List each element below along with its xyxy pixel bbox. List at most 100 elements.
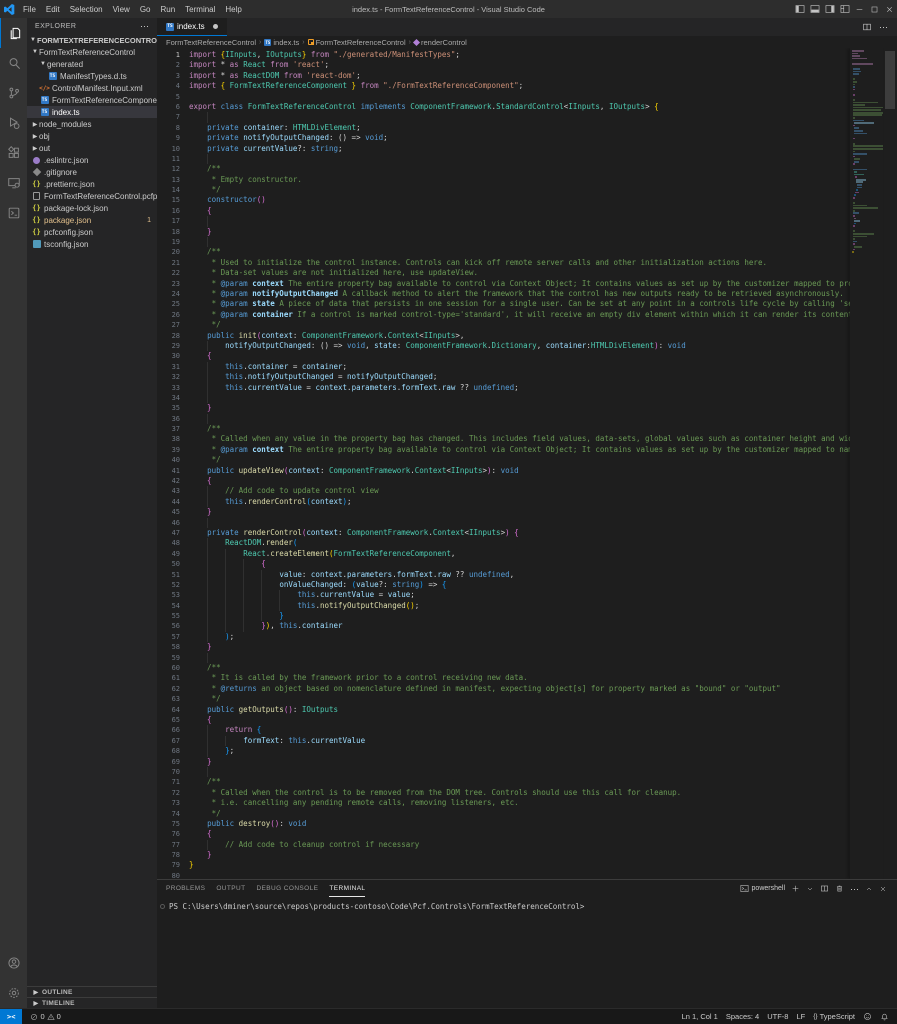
code-line[interactable]: 19 bbox=[157, 237, 850, 247]
menu-file[interactable]: File bbox=[18, 0, 41, 18]
code-line[interactable]: 13 * Empty constructor. bbox=[157, 175, 850, 185]
code-line[interactable]: 70 bbox=[157, 767, 850, 777]
editor-scrollbar[interactable] bbox=[883, 48, 897, 879]
code-line[interactable]: 67 formText: this.currentValue bbox=[157, 736, 850, 746]
code-line[interactable]: 12 /** bbox=[157, 164, 850, 174]
code-line[interactable]: 49 React.createElement(FormTextReference… bbox=[157, 549, 850, 559]
manage-gear-icon[interactable] bbox=[0, 978, 27, 1008]
code-line[interactable]: 6export class FormTextReferenceControl i… bbox=[157, 102, 850, 112]
code-line[interactable]: 69 } bbox=[157, 757, 850, 767]
code-line[interactable]: 73 * i.e. cancelling any pending remote … bbox=[157, 798, 850, 808]
code-line[interactable]: 76 { bbox=[157, 829, 850, 839]
code-line[interactable]: 47 private renderControl(context: Compon… bbox=[157, 528, 850, 538]
split-editor-icon[interactable] bbox=[862, 22, 872, 32]
search-icon[interactable] bbox=[0, 48, 27, 78]
code-editor[interactable]: 1import {IInputs, IOutputs} from "./gene… bbox=[157, 48, 897, 879]
toggle-panel-icon[interactable] bbox=[807, 0, 822, 18]
code-line[interactable]: 37 /** bbox=[157, 424, 850, 434]
file-.gitignore[interactable]: .gitignore bbox=[27, 166, 157, 178]
close-icon[interactable] bbox=[882, 0, 897, 18]
maximize-icon[interactable] bbox=[867, 0, 882, 18]
folder-obj[interactable]: ▶obj bbox=[27, 130, 157, 142]
code-line[interactable]: 22 * Data-set values are not initialized… bbox=[157, 268, 850, 278]
code-line[interactable]: 34 bbox=[157, 393, 850, 403]
code-line[interactable]: 78 } bbox=[157, 850, 850, 860]
power-platform-icon[interactable] bbox=[0, 198, 27, 228]
code-line[interactable]: 35 } bbox=[157, 403, 850, 413]
file-manifesttypes.d.ts[interactable]: TSManifestTypes.d.ts bbox=[27, 70, 157, 82]
menu-help[interactable]: Help bbox=[220, 0, 246, 18]
file-package.json[interactable]: {}package.json1 bbox=[27, 214, 157, 226]
code-line[interactable]: 8 private container: HTMLDivElement; bbox=[157, 123, 850, 133]
code-line[interactable]: 4import { FormTextReferenceComponent } f… bbox=[157, 81, 850, 91]
breadcrumb-item[interactable]: FormTextReferenceControl bbox=[166, 38, 256, 47]
terminal-shell-selector[interactable]: powershell bbox=[740, 884, 785, 893]
code-line[interactable]: 1import {IInputs, IOutputs} from "./gene… bbox=[157, 50, 850, 60]
code-line[interactable]: 29 notifyOutputChanged: () => void, stat… bbox=[157, 341, 850, 351]
code-line[interactable]: 59 bbox=[157, 653, 850, 663]
code-line[interactable]: 57 ); bbox=[157, 632, 850, 642]
code-line[interactable]: 24 * @param notifyOutputChanged A callba… bbox=[157, 289, 850, 299]
code-line[interactable]: 61 * It is called by the framework prior… bbox=[157, 673, 850, 683]
code-line[interactable]: 46 bbox=[157, 518, 850, 528]
code-line[interactable]: 43 // Add code to update control view bbox=[157, 486, 850, 496]
code-line[interactable]: 66 return { bbox=[157, 725, 850, 735]
code-line[interactable]: 28 public init(context: ComponentFramewo… bbox=[157, 331, 850, 341]
code-line[interactable]: 16 { bbox=[157, 206, 850, 216]
run-and-debug-icon[interactable] bbox=[0, 108, 27, 138]
toggle-primary-sidebar-icon[interactable] bbox=[792, 0, 807, 18]
code-line[interactable]: 10 private currentValue?: string; bbox=[157, 144, 850, 154]
file-.eslintrc.json[interactable]: .eslintrc.json bbox=[27, 154, 157, 166]
code-line[interactable]: 7 bbox=[157, 112, 850, 122]
minimap[interactable] bbox=[850, 48, 883, 879]
menu-selection[interactable]: Selection bbox=[65, 0, 108, 18]
minimize-icon[interactable] bbox=[852, 0, 867, 18]
code-line[interactable]: 42 { bbox=[157, 476, 850, 486]
code-line[interactable]: 79} bbox=[157, 860, 850, 870]
kill-terminal-icon[interactable] bbox=[835, 884, 844, 893]
explorer-icon[interactable] bbox=[0, 18, 27, 48]
panel-more-actions-icon[interactable]: ⋯ bbox=[850, 886, 859, 892]
file-tsconfig.json[interactable]: tsconfig.json bbox=[27, 238, 157, 250]
folder-generated[interactable]: ▼generated bbox=[27, 58, 157, 70]
maximize-panel-icon[interactable] bbox=[865, 885, 873, 893]
code-line[interactable]: 74 */ bbox=[157, 809, 850, 819]
problems-status[interactable]: 0 0 bbox=[26, 1009, 64, 1024]
accounts-icon[interactable] bbox=[0, 948, 27, 978]
indentation[interactable]: Spaces: 4 bbox=[722, 1012, 763, 1021]
file-pcfconfig.json[interactable]: {}pcfconfig.json bbox=[27, 226, 157, 238]
code-line[interactable]: 40 */ bbox=[157, 455, 850, 465]
new-terminal-icon[interactable] bbox=[791, 884, 800, 893]
code-line[interactable]: 36 bbox=[157, 414, 850, 424]
split-terminal-icon[interactable] bbox=[820, 884, 829, 893]
panel-tab-problems[interactable]: PROBLEMS bbox=[166, 880, 205, 897]
code-line[interactable]: 30 { bbox=[157, 351, 850, 361]
breadcrumb-item[interactable]: TSindex.ts bbox=[264, 38, 299, 47]
code-line[interactable]: 80 bbox=[157, 871, 850, 879]
file-.prettierrc.json[interactable]: {}.prettierrc.json bbox=[27, 178, 157, 190]
code-line[interactable]: 51 value: context.parameters.formText.ra… bbox=[157, 570, 850, 580]
code-line[interactable]: 38 * Called when any value in the proper… bbox=[157, 434, 850, 444]
customize-layout-icon[interactable] bbox=[837, 0, 852, 18]
encoding[interactable]: UTF-8 bbox=[763, 1012, 792, 1021]
cursor-position[interactable]: Ln 1, Col 1 bbox=[678, 1012, 722, 1021]
code-line[interactable]: 5 bbox=[157, 92, 850, 102]
code-line[interactable]: 68 }; bbox=[157, 746, 850, 756]
code-line[interactable]: 44 this.renderControl(context); bbox=[157, 497, 850, 507]
terminal-content[interactable]: PS C:\Users\dminer\source\repos\products… bbox=[157, 897, 897, 1008]
code-line[interactable]: 64 public getOutputs(): IOutputs bbox=[157, 705, 850, 715]
code-line[interactable]: 58 } bbox=[157, 642, 850, 652]
code-line[interactable]: 2import * as React from 'react'; bbox=[157, 60, 850, 70]
code-line[interactable]: 62 * @returns an object based on nomencl… bbox=[157, 684, 850, 694]
code-line[interactable]: 77 // Add code to cleanup control if nec… bbox=[157, 840, 850, 850]
code-line[interactable]: 14 */ bbox=[157, 185, 850, 195]
code-line[interactable]: 17 bbox=[157, 216, 850, 226]
code-line[interactable]: 53 this.currentValue = value; bbox=[157, 590, 850, 600]
code-line[interactable]: 23 * @param context The entire property … bbox=[157, 279, 850, 289]
menu-run[interactable]: Run bbox=[155, 0, 180, 18]
terminal-dropdown-chevron-icon[interactable] bbox=[806, 885, 814, 893]
code-line[interactable]: 21 * Used to initialize the control inst… bbox=[157, 258, 850, 268]
code-line[interactable]: 52 onValueChanged: (value?: string) => { bbox=[157, 580, 850, 590]
folder-formtextreferencecontrol[interactable]: ▼FormTextReferenceControl bbox=[27, 46, 157, 58]
code-line[interactable]: 63 */ bbox=[157, 694, 850, 704]
